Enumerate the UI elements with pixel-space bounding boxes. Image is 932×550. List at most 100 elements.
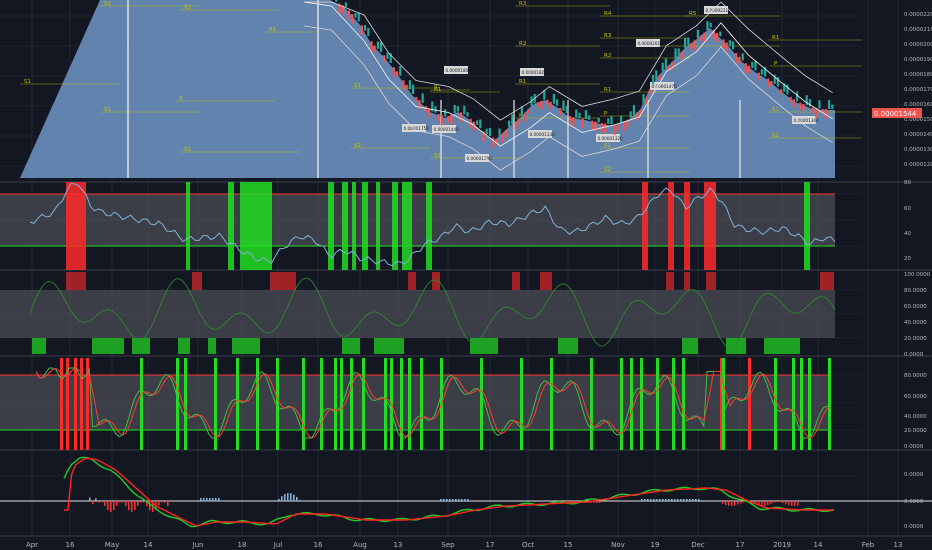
candle: [780, 89, 783, 94]
rsi-signal-bar: [684, 182, 690, 270]
candle: [447, 115, 450, 123]
candle: [450, 114, 453, 125]
x-tick-label: Sep: [441, 541, 455, 549]
candle: [703, 32, 706, 43]
macd-histogram-bar: [440, 499, 442, 501]
candle: [805, 95, 808, 106]
candle: [552, 93, 555, 104]
pivot-label: S2: [354, 143, 361, 149]
stoch-green-bar: [374, 338, 404, 354]
macd-histogram-bar: [200, 498, 202, 501]
macd-histogram-bar: [764, 501, 766, 506]
candle: [354, 13, 357, 18]
macd-histogram-bar: [689, 499, 691, 501]
pivot-label: S2: [772, 133, 779, 139]
macd-histogram-bar: [785, 501, 787, 504]
candle: [421, 93, 424, 104]
macd-histogram-bar: [125, 501, 127, 507]
macd-histogram-bar: [680, 499, 682, 501]
macd-histogram-bar: [737, 501, 739, 505]
pivot-label: S1: [354, 83, 361, 89]
stoch-green-bar: [342, 338, 360, 354]
candle: [504, 129, 507, 138]
stoch-red-bar: [432, 272, 440, 290]
candle: [437, 114, 440, 122]
macd-histogram-bar: [599, 501, 601, 503]
candle: [620, 115, 623, 123]
candle: [719, 31, 722, 37]
macd-histogram-bar: [731, 501, 733, 506]
candle: [392, 67, 395, 76]
price-y-tick: 0.00001400: [904, 132, 932, 138]
pivot-label: R2: [604, 53, 611, 59]
candle: [460, 112, 463, 122]
stoch-y-tick: 80.0000: [904, 288, 927, 294]
candle: [568, 116, 571, 123]
price-y-tick: 0.00001800: [904, 72, 932, 78]
price-tag-text: 0.00002010: [638, 41, 664, 46]
stoch-red-bar: [666, 272, 674, 290]
x-tick-label: Feb: [862, 541, 875, 549]
price-tag-text: 0.00001820: [522, 70, 548, 75]
x-tick-label: 14: [814, 541, 823, 549]
candle: [690, 42, 693, 50]
candle: [786, 84, 789, 95]
stochastic-y-tick: 20.0000: [904, 428, 927, 434]
rsi-signal-bar: [240, 182, 272, 270]
x-tick-label: Nov: [611, 541, 625, 549]
candle: [434, 106, 437, 113]
macd-histogram-bar: [668, 499, 670, 501]
macd-histogram-bar: [677, 499, 679, 501]
stochastic-green-bar: [350, 358, 353, 450]
stoch-red-bar: [192, 272, 202, 290]
candle: [367, 27, 370, 36]
candle: [383, 55, 386, 63]
candle: [706, 21, 709, 30]
stoch-green-bar: [92, 338, 124, 354]
rsi-signal-bar: [804, 182, 810, 270]
macd-histogram-bar: [281, 496, 283, 501]
candle: [751, 61, 754, 69]
macd-y-tick: 0.0000: [904, 472, 924, 478]
rsi-signal-bar: [362, 182, 368, 270]
pivot-label: S2: [184, 147, 191, 153]
stochastic-y-tick: 40.0000: [904, 414, 927, 420]
x-tick-label: Jul: [273, 541, 283, 549]
candle: [562, 100, 565, 111]
stochastic-green-bar: [828, 358, 831, 450]
candle: [687, 37, 690, 46]
macd-histogram-bar: [209, 498, 211, 501]
x-tick-label: Apr: [26, 541, 38, 549]
macd-histogram-bar: [284, 494, 286, 501]
macd-histogram-bar: [692, 499, 694, 501]
stoch-green-bar: [470, 338, 498, 354]
price-y-tick: 0.00002100: [904, 27, 932, 33]
candle: [520, 106, 523, 117]
x-tick-label: 16: [66, 541, 75, 549]
candle: [456, 106, 459, 112]
macd-histogram-bar: [134, 501, 136, 510]
macd-histogram-bar: [92, 501, 94, 505]
stoch-green-bar: [558, 338, 578, 354]
macd-histogram-bar: [647, 499, 649, 501]
candle: [373, 45, 376, 53]
stoch-green-bar: [178, 338, 190, 354]
candle: [728, 40, 731, 46]
candle: [684, 38, 687, 49]
stoch-red-bar: [408, 272, 416, 290]
candle: [466, 112, 469, 117]
stoch-red-bar: [512, 272, 520, 290]
stochastic-green-bar: [184, 358, 187, 450]
macd-histogram-bar: [215, 498, 217, 501]
stochastic-green-bar: [774, 358, 777, 450]
price-y-tick: 0.00001700: [904, 87, 932, 93]
candle: [818, 100, 821, 109]
macd-y-tick: 0.0000: [904, 524, 924, 530]
macd-histogram-bar: [641, 499, 643, 501]
macd-histogram-bar: [464, 499, 466, 501]
candle: [408, 80, 411, 90]
candle: [664, 58, 667, 69]
pivot-label: S1: [24, 79, 31, 85]
candle: [517, 119, 520, 125]
pivot-label: R1: [519, 79, 526, 85]
